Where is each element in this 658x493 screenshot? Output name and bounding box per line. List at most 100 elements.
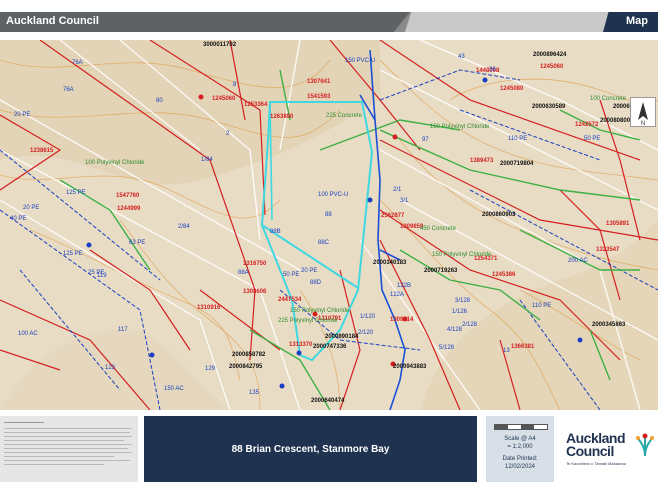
parcel-ref-label: 1245060	[540, 64, 564, 70]
app-title: Auckland Council	[6, 15, 99, 27]
address-number-label: 122B	[397, 283, 412, 289]
property-id-label: 2000943883	[393, 364, 427, 370]
stormwater-pipe-label: 100 Polyvinyl Chloride	[85, 160, 145, 166]
water-pipe-label: 50 PE	[283, 272, 300, 278]
logo-line2: Council	[566, 443, 614, 459]
property-id-label: 2000719804	[500, 161, 534, 167]
stormwater-pipe-label: 225 Concrete	[326, 113, 363, 119]
parcel-ref-label: 1307641	[307, 79, 331, 85]
stormwater-pipe-label: 450 Concrete	[420, 226, 457, 232]
address-number-label: 88B	[270, 229, 281, 235]
parcel-ref-label: 1547760	[116, 193, 140, 199]
address-number-label: 5/128	[439, 345, 455, 351]
property-id-label: 2000896424	[533, 52, 567, 58]
disclaimer-line	[4, 452, 132, 453]
parcel-ref-label: 1366381	[511, 344, 535, 350]
parcel-ref-label: 2447534	[278, 297, 302, 303]
map-view[interactable]: 3000011702200089642420006305892000636254…	[0, 40, 658, 410]
disclaimer-line	[4, 460, 130, 461]
property-id-label: 2000630589	[532, 104, 566, 110]
address-number-label: 117	[118, 327, 128, 333]
disclaimer-line	[4, 444, 132, 445]
address-number-label: 76A	[63, 87, 74, 93]
parcel-ref-label: 1253364	[244, 102, 268, 108]
property-address: 88 Brian Crescent, Stanmore Bay	[231, 443, 390, 455]
address-number-label: 36	[489, 67, 496, 73]
address-number-label: 8	[233, 82, 237, 88]
water-pipe-label: 125 PE	[63, 251, 83, 257]
property-id-label: 2000747336	[313, 344, 347, 350]
address-number-label: 135	[249, 390, 260, 396]
address-number-label: 1/126	[452, 309, 468, 315]
address-box: 88 Brian Crescent, Stanmore Bay	[144, 416, 477, 482]
parcel-ref-label: 1316750	[243, 261, 267, 267]
parcel-ref-label: 1308606	[243, 289, 267, 295]
stormwater-pipe-label: 225 Polyvinyl Chloride	[278, 318, 338, 324]
disclaimer-box	[0, 416, 138, 482]
address-number-label: 2/128	[462, 322, 478, 328]
logo-tagline: Te Kaunihera o Tāmaki Makaurau	[566, 461, 626, 466]
header-mid-panel	[405, 12, 615, 32]
water-pipe-label: 20 PE	[23, 205, 40, 211]
scale-label: Scale @ A4	[504, 436, 536, 442]
property-id-label: 2000858782	[232, 352, 266, 358]
property-id-label: 2000860903	[482, 212, 516, 218]
parcel-ref-label: 1305891	[606, 221, 630, 227]
address-number-label: 13	[503, 348, 510, 354]
property-id-label: 2000345863	[592, 322, 626, 328]
address-number-label: 2/120	[358, 330, 374, 336]
address-number-label: 3/1	[400, 198, 409, 204]
water-pipe-label: 110 PE	[508, 136, 528, 142]
water-pipe-label: 150 PVC-U	[345, 58, 376, 64]
disclaimer-line	[4, 428, 132, 429]
parcel-ref-label: 1323547	[596, 247, 620, 253]
parcel-ref-label: 1244999	[117, 206, 141, 212]
address-number-label: 88	[325, 212, 332, 218]
stormwater-pipe-label: 150 Polyvinyl Chloride	[430, 124, 490, 130]
property-id-label: 3000011702	[203, 42, 237, 48]
address-number-label: 2/84	[178, 224, 190, 230]
parcel-ref-label: 1309314	[390, 317, 414, 323]
date-printed-value: 12/02/2024	[504, 464, 536, 470]
address-number-label: 122A	[390, 292, 405, 298]
logo-wordmark: Auckland Council	[566, 431, 626, 459]
disclaimer-heading-line	[4, 422, 44, 423]
footer-panel: 88 Brian Crescent, Stanmore Bay Scale @ …	[0, 414, 658, 493]
disclaimer-line	[4, 432, 130, 433]
property-id-label: 2000808007	[600, 118, 634, 124]
address-number-label: 2	[226, 131, 230, 137]
disclaimer-line	[4, 436, 132, 437]
header-bar: Auckland Council Map	[0, 12, 658, 32]
property-id-label: 2000842795	[229, 364, 263, 370]
water-pipe-label: 20 PE	[14, 112, 31, 118]
disclaimer-line	[4, 448, 128, 449]
water-pipe-label: 100 AC	[18, 331, 38, 337]
parcel-ref-label: 2562877	[381, 213, 405, 219]
auckland-council-logo: Auckland Council Te Kaunihera o Tāmaki M…	[566, 428, 654, 476]
water-pipe-label: 25 PE	[88, 270, 105, 276]
parcel-ref-label: 1263890	[270, 114, 294, 120]
scale-box: Scale @ A4 = 1:2,000 Date Printed: 12/02…	[486, 416, 554, 482]
scale-bar	[494, 424, 548, 430]
address-number-label: 4/128	[447, 327, 463, 333]
north-arrow-icon: N	[630, 97, 656, 127]
address-number-label: 123	[105, 365, 116, 371]
address-number-label: 129	[205, 366, 216, 372]
property-id-label: 2000640474	[311, 398, 345, 404]
date-printed-label: Date Printed:	[502, 456, 538, 462]
parcel-ref-label: 1541593	[307, 94, 331, 100]
logo-emblem-icon	[636, 433, 654, 457]
address-number-label: 88A	[238, 270, 249, 276]
water-pipe-label: 50 PE	[584, 136, 601, 142]
svg-text:N: N	[641, 121, 645, 126]
header-map-panel: Map	[603, 12, 658, 32]
address-number-label: 1/84	[201, 157, 213, 163]
parcel-ref-label: 1245060	[212, 96, 236, 102]
stormwater-pipe-label: 100 Concrete	[590, 96, 627, 102]
disclaimer-line	[4, 440, 124, 441]
disclaimer-line	[4, 456, 114, 457]
water-pipe-label: 150 AC	[164, 386, 184, 392]
address-number-label: 1/120	[360, 314, 376, 320]
address-number-label: 88D	[310, 280, 322, 286]
water-pipe-label: 125 PE	[66, 190, 86, 196]
